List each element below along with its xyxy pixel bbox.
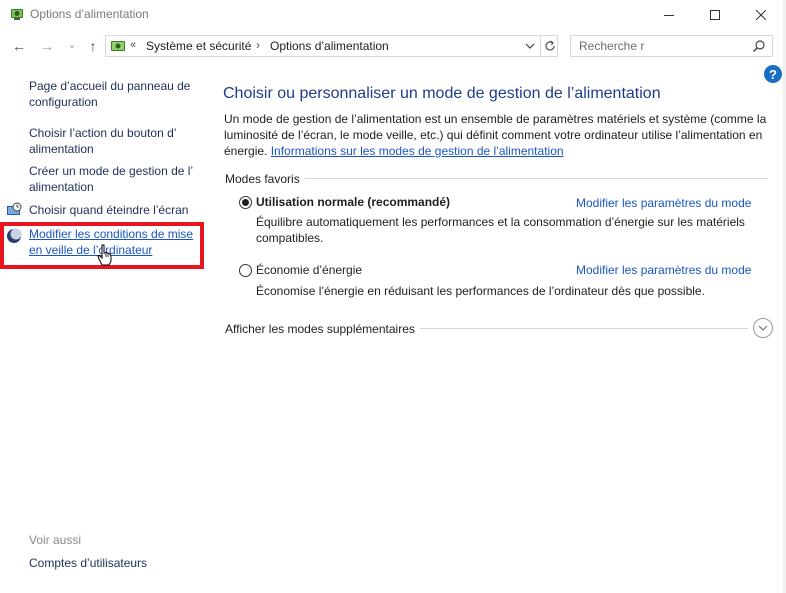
sidebar-item-power-button-action[interactable]: Choisir l’action du bouton d’ alimentati… [29,125,209,157]
breadcrumb-separator[interactable]: › [256,38,260,52]
maximize-icon [710,10,720,20]
control-panel-icon [111,41,125,51]
search-box[interactable] [570,35,773,57]
expand-additional-plans-button[interactable] [753,318,773,338]
divider [420,328,748,329]
navigation-bar: ← → ⌄ ↑ « Système et sécurité › Options … [0,32,786,60]
page-title: Choisir ou personnaliser un mode de gest… [223,85,661,102]
breadcrumb-power-options[interactable]: Options d’alimentation [270,39,389,53]
maximize-button[interactable] [692,0,738,30]
back-button[interactable]: ← [10,36,28,56]
plan-power-saver-radio[interactable] [239,264,252,277]
sidebar-item-create-power-plan[interactable]: Créer un mode de gestion de l’ alimentat… [29,163,209,195]
plan-balanced-radio[interactable] [239,196,252,209]
chevron-down-icon [758,325,768,331]
chevron-down-icon [525,43,535,49]
close-button[interactable] [738,0,784,30]
sidebar-item-label: Créer un mode de gestion de l’ [29,164,194,178]
chevron-down-icon: ⌄ [67,38,77,51]
chevrons-icon[interactable]: « [130,39,136,51]
divider [305,178,768,179]
forward-button[interactable]: → [38,36,56,56]
up-button[interactable]: ↑ [84,36,102,56]
sidebar-item-label: alimentation [29,142,94,156]
power-options-icon [11,9,23,20]
close-icon [756,10,766,20]
hand-pointer-icon [97,244,112,266]
sidebar-item-label: alimentation [29,180,94,194]
window-title: Options d’alimentation [30,7,149,21]
plan-power-saver-settings-link[interactable]: Modifier les paramètres du mode [576,263,751,277]
plan-balanced-description: Équilibre automatiquement les performanc… [256,215,745,245]
see-also-heading: Voir aussi [29,533,82,547]
sidebar-item-control-panel-home[interactable]: Page d’accueil du panneau de configurati… [29,78,209,110]
page-description: Un mode de gestion de l’alimentation est… [224,111,772,159]
search-icon[interactable] [752,39,766,53]
sidebar-item-label: Choisir quand éteindre l’écran [29,203,189,217]
search-input[interactable] [571,36,751,56]
sidebar-item-display-off[interactable]: Choisir quand éteindre l’écran [29,202,209,218]
plan-power-saver-description: Économise l’énergie en réduisant les per… [256,284,705,298]
plan-balanced-settings-link[interactable]: Modifier les paramètres du mode [576,196,751,210]
refresh-icon [544,40,555,51]
title-bar: Options d’alimentation [0,0,786,30]
address-dropdown-button[interactable] [521,38,539,54]
power-plans-info-link[interactable]: Informations sur les modes de gestion de… [271,144,564,158]
recent-locations-button[interactable]: ⌄ [63,34,81,54]
show-additional-plans-label[interactable]: Afficher les modes supplémentaires [225,322,415,336]
arrow-right-icon: → [40,38,54,54]
breadcrumb-system-security[interactable]: Système et sécurité [146,39,251,53]
plan-balanced-name[interactable]: Utilisation normale (recommandé) [256,195,450,209]
minimize-button[interactable] [646,0,692,30]
plan-power-saver-name[interactable]: Économie d’énergie [256,263,362,277]
minimize-icon [664,15,674,16]
user-accounts-link[interactable]: Comptes d’utilisateurs [29,556,147,570]
sidebar-item-label: Choisir l’action du bouton d’ [29,126,177,140]
refresh-button[interactable] [540,36,558,56]
sidebar-item-label: Page d’accueil du panneau de [29,79,191,93]
display-clock-icon [7,202,22,215]
arrow-up-icon: ↑ [89,38,97,54]
arrow-left-icon: ← [12,38,26,54]
favorite-plans-label: Modes favoris [225,172,300,186]
help-button[interactable]: ? [764,65,782,83]
address-bar[interactable]: « Système et sécurité › Options d’alimen… [105,35,558,57]
sidebar-item-label: configuration [29,95,98,109]
